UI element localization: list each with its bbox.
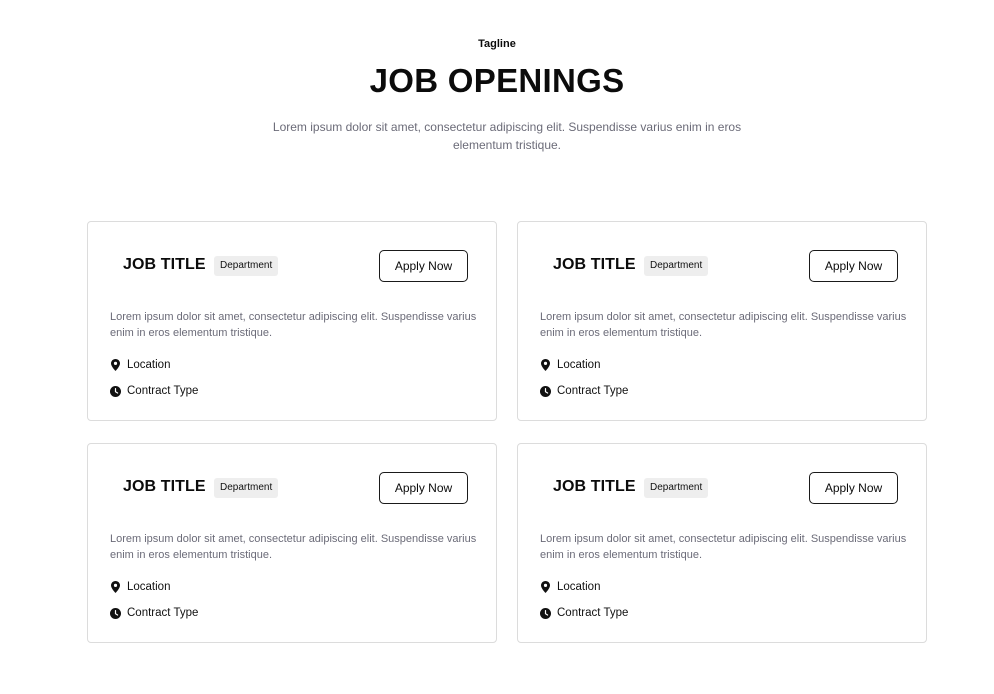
apply-now-button[interactable]: Apply Now: [379, 472, 468, 504]
page-title: JOB OPENINGS: [369, 62, 625, 99]
location-label: Location: [127, 581, 171, 593]
clock-icon: [110, 385, 121, 397]
apply-now-button[interactable]: Apply Now: [379, 250, 468, 282]
department-badge: Department: [214, 256, 279, 276]
map-pin-icon: [540, 359, 551, 371]
clock-icon: [110, 607, 121, 619]
contract-type-label: Contract Type: [127, 385, 199, 397]
department-badge: Department: [644, 256, 709, 276]
contract-type-label: Contract Type: [127, 607, 199, 619]
apply-now-button[interactable]: Apply Now: [809, 472, 898, 504]
job-contract-type: Contract Type: [110, 606, 198, 620]
job-card: JOB TITLE Department Apply Now Lorem ips…: [517, 221, 927, 421]
job-title: JOB TITLE: [123, 478, 206, 495]
job-description: Lorem ipsum dolor sit amet, consectetur …: [540, 311, 907, 339]
location-label: Location: [127, 359, 171, 371]
job-description: Lorem ipsum dolor sit amet, consectetur …: [540, 533, 907, 561]
job-card: JOB TITLE Department Apply Now Lorem ips…: [517, 443, 927, 643]
contract-type-label: Contract Type: [557, 385, 629, 397]
location-label: Location: [557, 581, 601, 593]
job-contract-type: Contract Type: [540, 384, 628, 398]
apply-now-button[interactable]: Apply Now: [809, 250, 898, 282]
job-contract-type: Contract Type: [110, 384, 198, 398]
job-description: Lorem ipsum dolor sit amet, consectetur …: [110, 311, 477, 339]
job-contract-type: Contract Type: [540, 606, 628, 620]
clock-icon: [540, 385, 551, 397]
department-badge: Department: [644, 478, 709, 498]
job-location: Location: [540, 580, 600, 594]
job-location: Location: [110, 358, 170, 372]
tagline: Tagline: [478, 38, 516, 50]
job-card: JOB TITLE Department Apply Now Lorem ips…: [87, 443, 497, 643]
job-card: JOB TITLE Department Apply Now Lorem ips…: [87, 221, 497, 421]
clock-icon: [540, 607, 551, 619]
map-pin-icon: [540, 581, 551, 593]
intro-text: Lorem ipsum dolor sit amet, consectetur …: [272, 120, 742, 152]
job-title: JOB TITLE: [553, 478, 636, 495]
map-pin-icon: [110, 581, 121, 593]
job-location: Location: [110, 580, 170, 594]
job-description: Lorem ipsum dolor sit amet, consectetur …: [110, 533, 477, 561]
location-label: Location: [557, 359, 601, 371]
contract-type-label: Contract Type: [557, 607, 629, 619]
job-location: Location: [540, 358, 600, 372]
job-title: JOB TITLE: [553, 256, 636, 273]
department-badge: Department: [214, 478, 279, 498]
map-pin-icon: [110, 359, 121, 371]
job-title: JOB TITLE: [123, 256, 206, 273]
